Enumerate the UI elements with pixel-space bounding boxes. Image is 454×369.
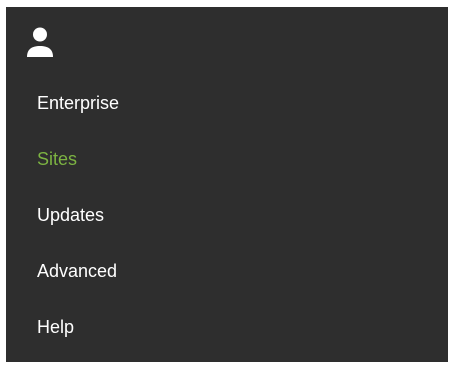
menu-item-help[interactable]: Help <box>6 299 448 355</box>
menu-item-updates[interactable]: Updates <box>6 187 448 243</box>
menu-list: Enterprise Sites Updates Advanced Help <box>6 75 448 355</box>
user-account-button[interactable] <box>26 26 56 60</box>
menu-item-sites[interactable]: Sites <box>6 131 448 187</box>
menu-item-advanced[interactable]: Advanced <box>6 243 448 299</box>
menu-item-enterprise[interactable]: Enterprise <box>6 75 448 131</box>
person-icon <box>27 27 53 57</box>
navigation-menu-panel: Enterprise Sites Updates Advanced Help <box>6 7 448 362</box>
